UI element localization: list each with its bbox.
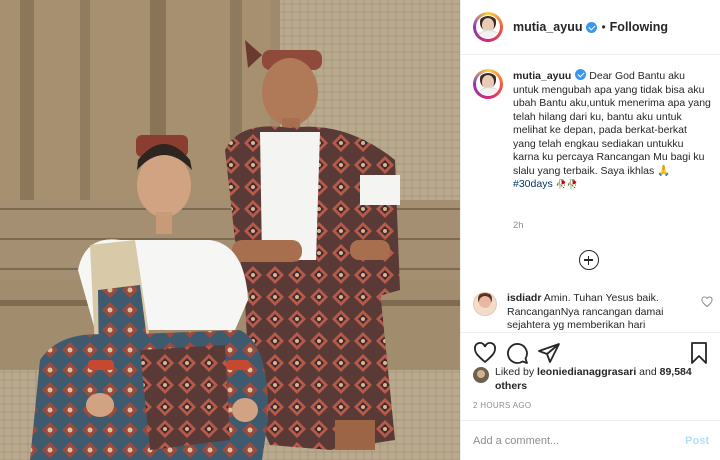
likes-prefix: Liked by <box>495 366 535 378</box>
caption-text: mutia_ayuu Dear God Bantu aku untuk meng… <box>513 69 711 192</box>
caption-time[interactable]: 2h <box>513 220 524 231</box>
post-details-panel: mutia_ayuu • Following mutia_ayuu Dear G… <box>460 0 720 460</box>
author-avatar[interactable] <box>473 12 503 42</box>
comment-like-heart-icon[interactable] <box>701 296 713 308</box>
heart-icon[interactable] <box>473 341 497 365</box>
plus-circle-icon[interactable] <box>579 250 599 270</box>
separator-dot: • <box>601 20 606 34</box>
post-date[interactable]: 2 HOURS AGO <box>473 401 531 410</box>
post-photo[interactable] <box>0 0 460 460</box>
comment-icon[interactable] <box>505 341 529 365</box>
bookmark-icon[interactable] <box>687 341 711 365</box>
likes-summary: Liked by leoniedianaggrasari and 89,584 … <box>473 366 713 393</box>
post-caption: mutia_ayuu Dear God Bantu aku untuk meng… <box>473 69 713 192</box>
post-header: mutia_ayuu • Following <box>461 0 720 55</box>
caption-author-avatar[interactable] <box>473 69 503 99</box>
liker-avatar[interactable] <box>473 367 489 383</box>
comment-item: isdiadr Amin. Tuhan Yesus baik. Rancanga… <box>473 292 713 332</box>
caption-username[interactable]: mutia_ayuu <box>513 70 571 82</box>
comment-input[interactable] <box>473 434 673 447</box>
likes-text: Liked by leoniedianaggrasari and 89,584 … <box>495 366 713 393</box>
share-icon[interactable] <box>537 341 561 365</box>
verified-badge-icon <box>586 21 598 33</box>
commenter-username[interactable]: isdiadr <box>507 292 541 304</box>
following-button[interactable]: Following <box>610 20 668 34</box>
caption-emoji: 🥀🥀 <box>555 179 579 189</box>
add-comment-bar: Post <box>461 420 720 460</box>
comment-text: isdiadr Amin. Tuhan Yesus baik. Rancanga… <box>507 292 697 332</box>
caption-body: Dear God Bantu aku untuk mengubah apa ya… <box>513 70 711 177</box>
author-username[interactable]: mutia_ayuu <box>513 20 582 34</box>
post-comment-button[interactable]: Post <box>685 435 709 447</box>
caption-hashtag[interactable]: #30days <box>513 178 553 190</box>
comments-section[interactable]: mutia_ayuu Dear God Bantu aku untuk meng… <box>461 56 720 332</box>
post-image <box>0 0 460 460</box>
liker-username[interactable]: leoniedianaggrasari <box>537 366 636 378</box>
commenter-avatar[interactable] <box>473 292 497 316</box>
caption-verified-badge-icon <box>575 69 587 80</box>
likes-and: and <box>639 366 657 378</box>
